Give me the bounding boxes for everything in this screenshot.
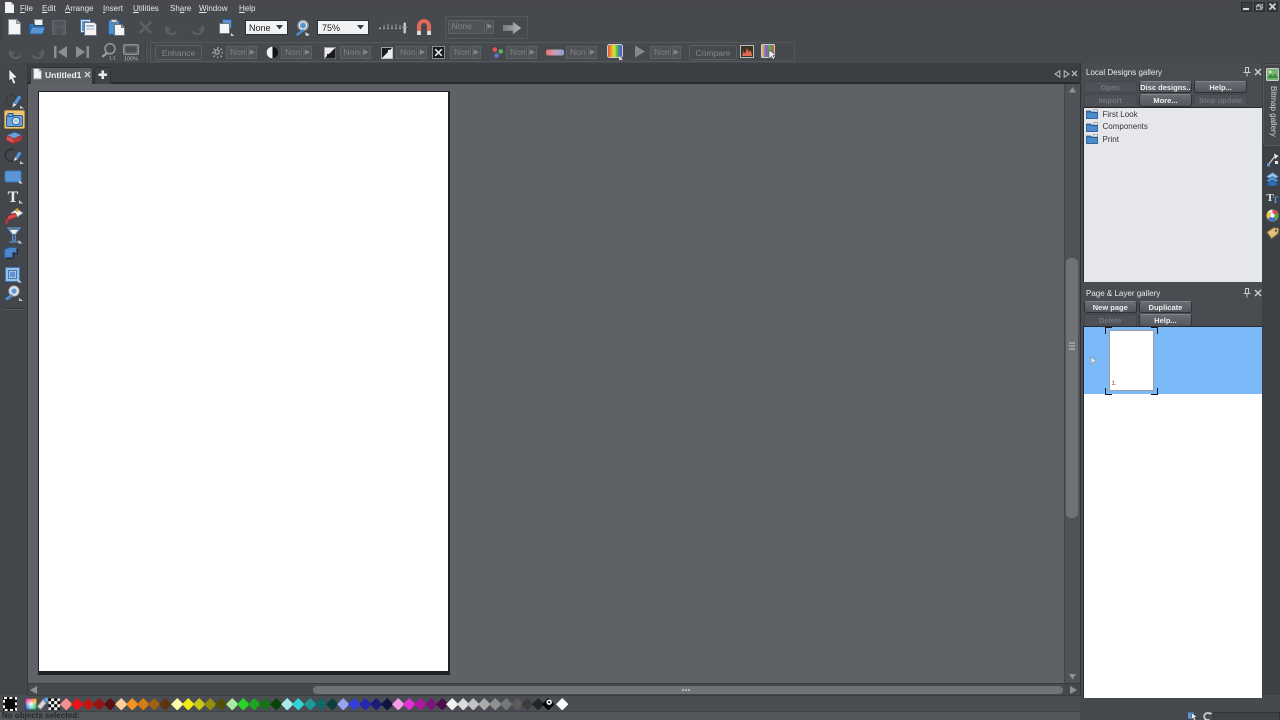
svg-text:T: T [8, 189, 19, 204]
svg-text:1:1: 1:1 [109, 56, 116, 61]
svg-text:100%: 100% [124, 57, 138, 62]
svg-text:T: T [1272, 195, 1278, 204]
